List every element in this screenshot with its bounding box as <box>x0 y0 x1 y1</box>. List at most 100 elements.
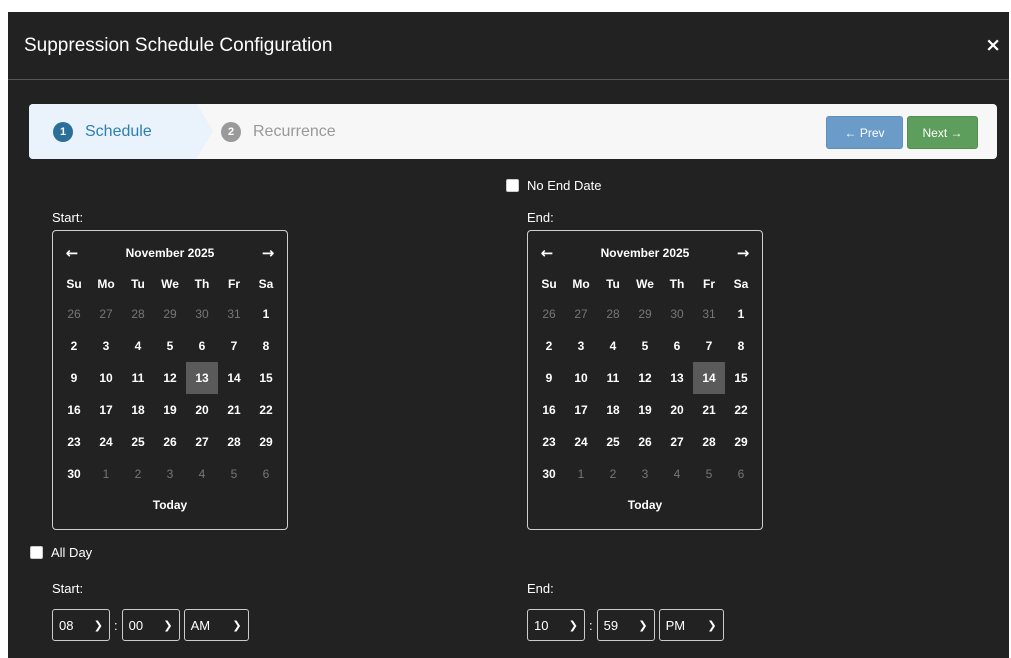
calendar-day[interactable]: 12 <box>629 362 661 394</box>
all-day-checkbox[interactable] <box>30 546 43 559</box>
calendar-day-other-month[interactable]: 31 <box>218 298 250 330</box>
calendar-day[interactable]: 2 <box>58 330 90 362</box>
start-hour-select[interactable]: 08 ❯ <box>52 609 110 641</box>
calendar-day[interactable]: 23 <box>533 426 565 458</box>
calendar-day-other-month[interactable]: 29 <box>629 298 661 330</box>
calendar-day[interactable]: 28 <box>218 426 250 458</box>
calendar-day-other-month[interactable]: 27 <box>565 298 597 330</box>
calendar-day[interactable]: 23 <box>58 426 90 458</box>
calendar-day-other-month[interactable]: 28 <box>122 298 154 330</box>
calendar-day[interactable]: 6 <box>186 330 218 362</box>
calendar-day[interactable]: 5 <box>154 330 186 362</box>
calendar-day[interactable]: 14 <box>693 362 725 394</box>
calendar-day-other-month[interactable]: 5 <box>693 458 725 490</box>
start-minute-select[interactable]: 00 ❯ <box>121 609 180 641</box>
calendar-day[interactable]: 5 <box>629 330 661 362</box>
calendar-day[interactable]: 4 <box>597 330 629 362</box>
wizard-step-recurrence[interactable]: 2 Recurrence <box>221 121 336 143</box>
calendar-day-other-month[interactable]: 3 <box>154 458 186 490</box>
calendar-day[interactable]: 12 <box>154 362 186 394</box>
calendar-day[interactable]: 18 <box>597 394 629 426</box>
calendar-day-other-month[interactable]: 1 <box>90 458 122 490</box>
calendar-day-other-month[interactable]: 28 <box>597 298 629 330</box>
calendar-day[interactable]: 29 <box>250 426 282 458</box>
arrow-left-icon[interactable]: ← <box>536 244 558 262</box>
calendar-day-other-month[interactable]: 1 <box>565 458 597 490</box>
calendar-day[interactable]: 25 <box>597 426 629 458</box>
arrow-left-icon[interactable]: ← <box>61 244 83 262</box>
calendar-day-other-month[interactable]: 26 <box>58 298 90 330</box>
calendar-day[interactable]: 18 <box>122 394 154 426</box>
calendar-day[interactable]: 30 <box>533 458 565 490</box>
arrow-right-icon[interactable]: → <box>257 244 279 262</box>
calendar-day[interactable]: 30 <box>58 458 90 490</box>
calendar-day[interactable]: 24 <box>90 426 122 458</box>
no-end-date-checkbox[interactable] <box>506 179 519 192</box>
calendar-day[interactable]: 19 <box>629 394 661 426</box>
calendar-day[interactable]: 1 <box>725 298 757 330</box>
end-ampm-select[interactable]: PM ❯ <box>658 609 724 641</box>
calendar-day[interactable]: 6 <box>661 330 693 362</box>
calendar-day[interactable]: 14 <box>218 362 250 394</box>
calendar-day[interactable]: 27 <box>186 426 218 458</box>
calendar-day-other-month[interactable]: 27 <box>90 298 122 330</box>
calendar-day[interactable]: 13 <box>661 362 693 394</box>
calendar-day[interactable]: 15 <box>725 362 757 394</box>
calendar-day[interactable]: 4 <box>122 330 154 362</box>
calendar-day[interactable]: 24 <box>565 426 597 458</box>
calendar-day[interactable]: 2 <box>533 330 565 362</box>
calendar-day[interactable]: 16 <box>58 394 90 426</box>
calendar-day[interactable]: 29 <box>725 426 757 458</box>
today-button[interactable]: Today <box>58 490 282 520</box>
close-icon[interactable]: × <box>985 34 1001 56</box>
calendar-day[interactable]: 3 <box>90 330 122 362</box>
calendar-day[interactable]: 22 <box>725 394 757 426</box>
calendar-day[interactable]: 28 <box>693 426 725 458</box>
calendar-day-other-month[interactable]: 30 <box>186 298 218 330</box>
calendar-day[interactable]: 1 <box>250 298 282 330</box>
calendar-day-other-month[interactable]: 4 <box>661 458 693 490</box>
prev-button[interactable]: ← Prev <box>826 116 903 149</box>
calendar-day[interactable]: 3 <box>565 330 597 362</box>
calendar-day[interactable]: 13 <box>186 362 218 394</box>
calendar-day-other-month[interactable]: 4 <box>186 458 218 490</box>
calendar-day-other-month[interactable]: 6 <box>725 458 757 490</box>
calendar-day-other-month[interactable]: 29 <box>154 298 186 330</box>
arrow-right-icon[interactable]: → <box>732 244 754 262</box>
calendar-day[interactable]: 15 <box>250 362 282 394</box>
start-ampm-select[interactable]: AM ❯ <box>183 609 249 641</box>
calendar-day[interactable]: 22 <box>250 394 282 426</box>
calendar-day-other-month[interactable]: 30 <box>661 298 693 330</box>
end-hour-select[interactable]: 10 ❯ <box>527 609 585 641</box>
calendar-day[interactable]: 11 <box>122 362 154 394</box>
next-button[interactable]: Next → <box>907 116 978 149</box>
calendar-day-other-month[interactable]: 2 <box>597 458 629 490</box>
calendar-day[interactable]: 9 <box>533 362 565 394</box>
calendar-day[interactable]: 17 <box>90 394 122 426</box>
calendar-day[interactable]: 26 <box>629 426 661 458</box>
calendar-day[interactable]: 9 <box>58 362 90 394</box>
calendar-day[interactable]: 25 <box>122 426 154 458</box>
calendar-day[interactable]: 8 <box>250 330 282 362</box>
calendar-day[interactable]: 17 <box>565 394 597 426</box>
wizard-step-schedule[interactable]: 1 Schedule <box>53 121 152 143</box>
calendar-day[interactable]: 20 <box>661 394 693 426</box>
calendar-day-other-month[interactable]: 26 <box>533 298 565 330</box>
calendar-day-other-month[interactable]: 31 <box>693 298 725 330</box>
calendar-day[interactable]: 11 <box>597 362 629 394</box>
calendar-day-other-month[interactable]: 6 <box>250 458 282 490</box>
calendar-day[interactable]: 27 <box>661 426 693 458</box>
calendar-day[interactable]: 10 <box>565 362 597 394</box>
calendar-day[interactable]: 21 <box>693 394 725 426</box>
calendar-day[interactable]: 21 <box>218 394 250 426</box>
end-minute-select[interactable]: 59 ❯ <box>596 609 655 641</box>
calendar-day[interactable]: 19 <box>154 394 186 426</box>
calendar-day[interactable]: 10 <box>90 362 122 394</box>
calendar-day[interactable]: 20 <box>186 394 218 426</box>
calendar-day[interactable]: 16 <box>533 394 565 426</box>
calendar-day[interactable]: 7 <box>693 330 725 362</box>
calendar-day-other-month[interactable]: 3 <box>629 458 661 490</box>
calendar-day-other-month[interactable]: 2 <box>122 458 154 490</box>
today-button[interactable]: Today <box>533 490 757 520</box>
calendar-day[interactable]: 26 <box>154 426 186 458</box>
